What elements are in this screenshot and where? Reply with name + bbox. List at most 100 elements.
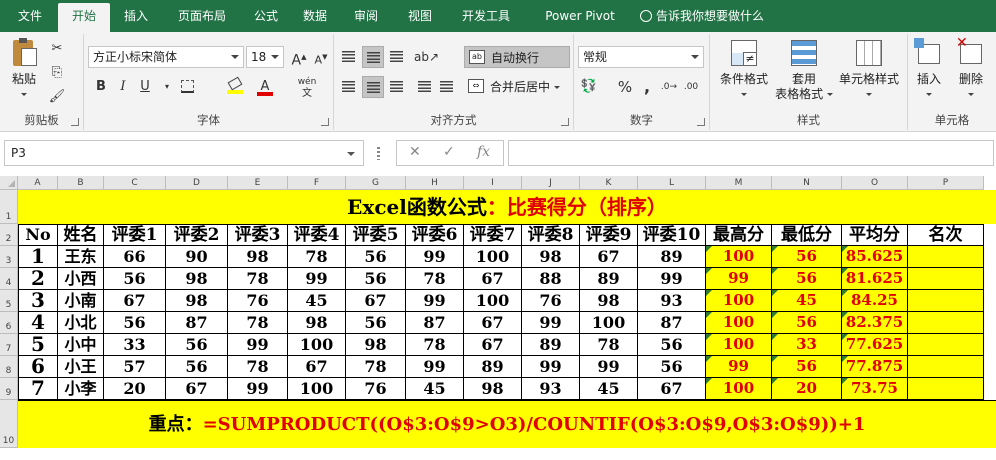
table-cell[interactable]: 87 — [638, 312, 706, 334]
table-cell[interactable]: 100 — [464, 246, 522, 268]
header-cell[interactable]: 平均分 — [842, 224, 908, 246]
top-align-icon[interactable] — [338, 46, 360, 68]
table-cell[interactable]: 45 — [772, 290, 842, 312]
table-cell[interactable]: 78 — [406, 334, 464, 356]
number-format-select[interactable]: 常规 — [578, 46, 704, 68]
rank-cell[interactable] — [908, 268, 984, 290]
table-cell[interactable]: 99 — [580, 356, 638, 378]
number-launcher-icon[interactable] — [697, 118, 705, 126]
tell-me-box[interactable]: 告诉我你想要做什么 — [640, 0, 764, 32]
column-header[interactable]: K — [580, 176, 638, 190]
format-painter-icon[interactable]: 🖌 — [46, 86, 68, 108]
header-cell[interactable]: 评委3 — [228, 224, 288, 246]
tab-4[interactable]: 公式 — [244, 0, 288, 32]
table-cell[interactable]: 88 — [522, 268, 580, 290]
table-cell[interactable]: 2 — [18, 268, 58, 290]
font-size-select[interactable]: 18 — [246, 46, 284, 68]
table-cell[interactable]: 56 — [346, 312, 406, 334]
table-cell[interactable]: 87 — [406, 312, 464, 334]
table-cell[interactable]: 77.625 — [842, 334, 908, 356]
table-cell[interactable]: 56 — [346, 246, 406, 268]
tab-1[interactable]: 开始 — [58, 3, 110, 32]
table-cell[interactable]: 王东 — [58, 246, 104, 268]
table-cell[interactable]: 77.875 — [842, 356, 908, 378]
wrap-text-button[interactable]: ab 自动换行 — [464, 46, 570, 68]
header-cell[interactable]: 最低分 — [772, 224, 842, 246]
header-cell[interactable]: 评委1 — [104, 224, 166, 246]
table-cell[interactable]: 82.375 — [842, 312, 908, 334]
table-cell[interactable]: 5 — [18, 334, 58, 356]
rank-cell[interactable] — [908, 334, 984, 356]
table-cell[interactable]: 67 — [464, 268, 522, 290]
column-header[interactable]: G — [346, 176, 406, 190]
table-cell[interactable]: 小北 — [58, 312, 104, 334]
column-header[interactable]: H — [406, 176, 464, 190]
column-header[interactable]: D — [166, 176, 228, 190]
table-cell[interactable]: 76 — [522, 290, 580, 312]
table-cell[interactable]: 98 — [166, 268, 228, 290]
header-cell[interactable]: 评委7 — [464, 224, 522, 246]
rank-cell[interactable] — [908, 312, 984, 334]
copy-icon[interactable]: ⎘ — [46, 62, 68, 84]
shrink-font-button[interactable]: A▼ — [310, 46, 332, 68]
row-header[interactable]: 8 — [0, 356, 18, 378]
table-cell[interactable]: 85.625 — [842, 246, 908, 268]
font-color-button[interactable]: A — [254, 76, 276, 98]
underline-dropdown[interactable]: ▾ — [156, 76, 178, 98]
table-cell[interactable]: 67 — [166, 378, 228, 400]
table-cell[interactable]: 99 — [638, 268, 706, 290]
header-cell[interactable]: 评委2 — [166, 224, 228, 246]
table-cell[interactable]: 56 — [166, 334, 228, 356]
table-cell[interactable]: 56 — [772, 246, 842, 268]
table-cell[interactable]: 100 — [706, 312, 772, 334]
table-cell[interactable]: 99 — [228, 334, 288, 356]
column-header[interactable]: L — [638, 176, 706, 190]
column-header[interactable]: B — [58, 176, 104, 190]
table-cell[interactable]: 99 — [706, 356, 772, 378]
insert-function-icon[interactable]: fx — [477, 144, 490, 160]
table-cell[interactable]: 78 — [228, 268, 288, 290]
table-cell[interactable]: 76 — [346, 378, 406, 400]
tab-9[interactable]: Power Pivot — [530, 0, 630, 32]
table-cell[interactable]: 100 — [288, 378, 346, 400]
table-cell[interactable]: 99 — [406, 356, 464, 378]
table-cell[interactable]: 56 — [772, 356, 842, 378]
column-header[interactable]: O — [842, 176, 908, 190]
insert-cells-button[interactable]: 插入 — [910, 38, 948, 102]
tab-0[interactable]: 文件 — [8, 0, 52, 32]
header-cell[interactable]: 姓名 — [58, 224, 104, 246]
table-cell[interactable]: 1 — [18, 246, 58, 268]
middle-align-icon[interactable] — [362, 46, 384, 68]
table-cell[interactable]: 89 — [464, 356, 522, 378]
formula-note-banner[interactable]: 重点：=SUMPRODUCT((O$3:O$9>O3)/COUNTIF(O$3:… — [18, 400, 996, 448]
table-cell[interactable]: 100 — [706, 378, 772, 400]
table-cell[interactable]: 小西 — [58, 268, 104, 290]
column-header[interactable]: A — [18, 176, 58, 190]
align-right-icon[interactable] — [386, 76, 408, 98]
rank-cell[interactable] — [908, 290, 984, 312]
currency-icon[interactable]: 💱 — [578, 76, 600, 98]
column-header[interactable]: I — [464, 176, 522, 190]
table-cell[interactable]: 57 — [104, 356, 166, 378]
tab-2[interactable]: 插入 — [112, 0, 160, 32]
table-cell[interactable]: 67 — [580, 246, 638, 268]
row-header[interactable]: 7 — [0, 334, 18, 356]
align-left-icon[interactable] — [338, 76, 360, 98]
name-box[interactable]: P3 — [4, 140, 364, 166]
table-cell[interactable]: 78 — [346, 356, 406, 378]
table-cell[interactable]: 98 — [464, 378, 522, 400]
tab-7[interactable]: 视图 — [396, 0, 444, 32]
table-cell[interactable]: 33 — [772, 334, 842, 356]
table-cell[interactable]: 98 — [166, 290, 228, 312]
table-cell[interactable]: 小南 — [58, 290, 104, 312]
column-header[interactable]: J — [522, 176, 580, 190]
format-as-table-button[interactable]: 套用 表格格式 — [774, 38, 834, 102]
header-cell[interactable]: 评委4 — [288, 224, 346, 246]
table-cell[interactable]: 67 — [104, 290, 166, 312]
increase-decimal-icon[interactable]: .0→ — [658, 76, 680, 98]
table-cell[interactable]: 99 — [406, 246, 464, 268]
decrease-decimal-icon[interactable]: .00 — [680, 76, 702, 98]
table-cell[interactable]: 99 — [288, 268, 346, 290]
table-cell[interactable]: 7 — [18, 378, 58, 400]
table-cell[interactable]: 小中 — [58, 334, 104, 356]
